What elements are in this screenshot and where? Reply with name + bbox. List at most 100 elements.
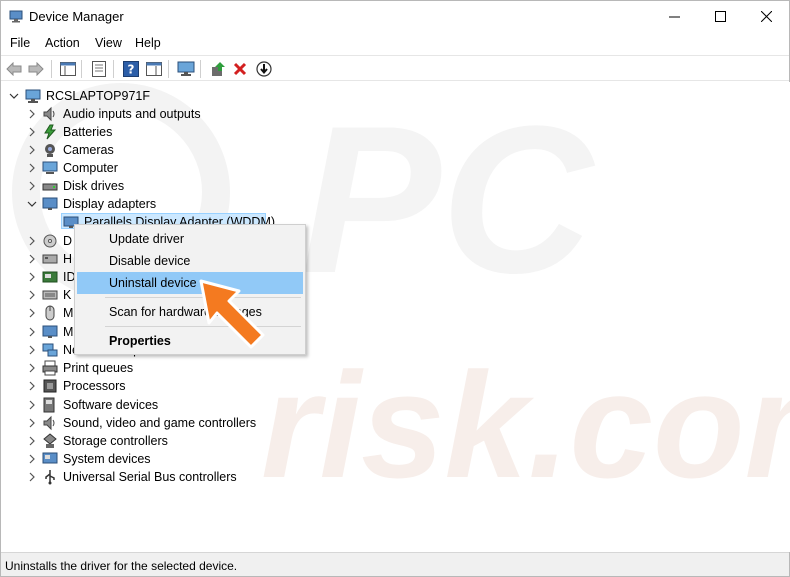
properties-toolbar-button[interactable] [89, 59, 109, 79]
update-driver-toolbar-button[interactable] [208, 59, 228, 79]
chevron-right-icon[interactable] [25, 250, 39, 268]
svg-text:PC: PC [301, 82, 596, 317]
chevron-right-icon[interactable] [25, 450, 39, 468]
context-menu: Update driver Disable device Uninstall d… [74, 224, 306, 355]
chevron-right-icon[interactable] [25, 286, 39, 304]
device-manager-icon [9, 10, 23, 23]
network-icon [42, 343, 58, 357]
forward-button[interactable] [26, 59, 46, 79]
tree-category-item[interactable]: Universal Serial Bus controllers [25, 468, 237, 486]
orange-arrow-icon [199, 279, 265, 349]
disk-drive-icon [42, 183, 58, 191]
action-pane-button[interactable] [144, 59, 164, 79]
tree-category-item[interactable]: System devices [25, 450, 151, 468]
tree-category-item[interactable]: K [25, 286, 71, 304]
tree-root[interactable]: RCSLAPTOP971F [7, 87, 150, 105]
back-arrow-icon [6, 62, 22, 76]
chevron-right-icon[interactable] [25, 432, 39, 450]
back-button[interactable] [4, 59, 24, 79]
svg-text:?: ? [128, 63, 135, 77]
tree-category-item[interactable]: Batteries [25, 123, 112, 141]
minimize-button[interactable] [651, 1, 697, 32]
context-update-driver[interactable]: Update driver [77, 228, 303, 250]
toolbar-separator [168, 60, 169, 78]
tree-category-item[interactable]: Sound, video and game controllers [25, 414, 256, 432]
tree-category-item[interactable]: Computer [25, 159, 118, 177]
tree-category-item[interactable]: H [25, 250, 72, 268]
speaker-icon [43, 415, 55, 431]
tree-category-label: D [63, 234, 73, 248]
chevron-right-icon[interactable] [25, 304, 39, 322]
chevron-right-icon[interactable] [25, 268, 39, 286]
chevron-right-icon[interactable] [25, 341, 39, 359]
device-manager-window: Device Manager File Action View Help ? P… [0, 0, 790, 577]
chevron-right-icon[interactable] [25, 159, 39, 177]
chevron-right-icon[interactable] [25, 359, 39, 377]
context-disable-device[interactable]: Disable device [77, 250, 303, 272]
tree-category-item[interactable]: Software devices [25, 396, 158, 414]
window-title: Device Manager [29, 9, 124, 24]
down-arrow-circle-icon [256, 61, 272, 77]
chevron-right-icon[interactable] [25, 396, 39, 414]
uninstall-toolbar-button[interactable] [230, 59, 250, 79]
menu-help[interactable]: Help [135, 36, 161, 50]
chevron-right-icon[interactable] [25, 105, 39, 123]
computer-icon [42, 161, 58, 174]
chevron-right-icon[interactable] [25, 232, 39, 250]
status-bar: Uninstalls the driver for the selected d… [1, 552, 789, 576]
tree-category-item[interactable]: Display adapters [25, 195, 156, 213]
minimize-icon [668, 16, 680, 18]
tree-category-item[interactable]: ID [25, 268, 76, 286]
printer-icon [42, 360, 58, 376]
context-scan-hardware[interactable]: Scan for hardware changes [77, 301, 303, 323]
menu-file[interactable]: File [10, 36, 30, 50]
context-properties[interactable]: Properties [77, 330, 303, 352]
chevron-right-icon[interactable] [25, 177, 39, 195]
chevron-right-icon[interactable] [25, 123, 39, 141]
tree-category-item[interactable]: Disk drives [25, 177, 124, 195]
red-x-icon [233, 62, 247, 76]
tree-category-label: K [63, 288, 72, 302]
forward-arrow-icon [28, 62, 44, 76]
chevron-right-icon[interactable] [25, 141, 39, 159]
chevron-right-icon[interactable] [25, 323, 39, 341]
monitor-scan-icon [177, 61, 195, 76]
title-bar: Device Manager [1, 1, 789, 32]
chevron-right-icon[interactable] [25, 468, 39, 486]
chevron-right-icon[interactable] [25, 377, 39, 395]
tree-category-label: Software devices [63, 398, 159, 412]
tree-category-label: M [63, 325, 74, 339]
help-toolbar-button[interactable]: ? [121, 59, 141, 79]
tree-category-item[interactable]: Audio inputs and outputs [25, 105, 201, 123]
chevron-down-icon[interactable] [25, 195, 39, 213]
enable-device-toolbar-button[interactable] [254, 59, 274, 79]
maximize-button[interactable] [697, 1, 743, 32]
monitor-icon [42, 197, 58, 210]
computer-root-icon [25, 89, 41, 103]
tree-category-label: Storage controllers [63, 434, 168, 448]
context-uninstall-device[interactable]: Uninstall device [77, 272, 303, 294]
tree-category-item[interactable]: Cameras [25, 141, 114, 159]
tree-category-item[interactable]: Processors [25, 377, 126, 395]
chevron-right-icon[interactable] [25, 414, 39, 432]
chevron-down-icon[interactable] [7, 87, 21, 105]
tree-category-item[interactable]: M [25, 323, 73, 341]
system-device-icon [42, 452, 58, 464]
tree-category-item[interactable]: M [25, 304, 73, 322]
tree-category-item[interactable]: Print queues [25, 359, 133, 377]
close-icon [760, 11, 772, 22]
tree-category-label: H [63, 252, 73, 266]
tree-category-label: Universal Serial Bus controllers [63, 470, 237, 484]
close-button[interactable] [743, 1, 789, 32]
tree-category-item[interactable]: D [25, 232, 72, 250]
menu-action[interactable]: Action [45, 36, 80, 50]
maximize-icon [714, 11, 726, 22]
scan-hardware-toolbar-button[interactable] [176, 59, 196, 79]
menu-view[interactable]: View [95, 36, 122, 50]
tree-category-label: Cameras [63, 143, 114, 157]
tree-category-item[interactable]: Storage controllers [25, 432, 168, 450]
toolbar: ? [1, 55, 789, 81]
software-device-icon [43, 397, 55, 413]
show-hide-console-tree-button[interactable] [58, 59, 78, 79]
battery-icon [44, 124, 57, 140]
